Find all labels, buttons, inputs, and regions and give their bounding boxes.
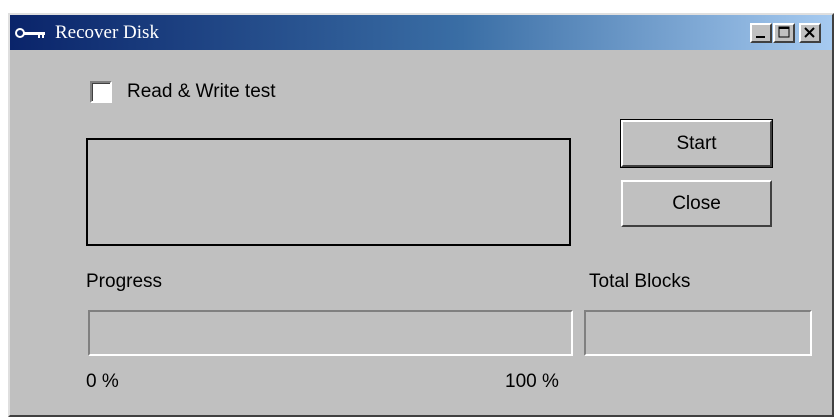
window-title: Recover Disk (55, 22, 159, 43)
close-icon (804, 27, 815, 38)
maximize-button[interactable] (773, 23, 795, 43)
read-write-test-label[interactable]: Read & Write test (127, 81, 276, 103)
progress-min-label: 0 % (86, 371, 119, 392)
read-write-test-checkbox[interactable] (90, 81, 112, 103)
status-log-box (86, 138, 571, 246)
minimize-icon (756, 36, 765, 38)
title-bar[interactable]: Recover Disk (10, 15, 832, 50)
progress-label: Progress (86, 271, 163, 292)
maximize-icon (778, 26, 790, 38)
minimize-button[interactable] (750, 23, 772, 43)
close-button[interactable]: Close (621, 180, 772, 227)
recover-disk-window: Recover Disk Read & Write test Start Clo… (8, 13, 834, 417)
key-icon (15, 28, 45, 38)
start-button[interactable]: Start (620, 119, 773, 168)
total-blocks-field (584, 310, 812, 356)
progress-bar (88, 310, 573, 356)
total-blocks-label: Total Blocks (589, 271, 691, 292)
progress-max-label: 100 % (505, 371, 559, 392)
close-window-button[interactable] (799, 23, 821, 43)
